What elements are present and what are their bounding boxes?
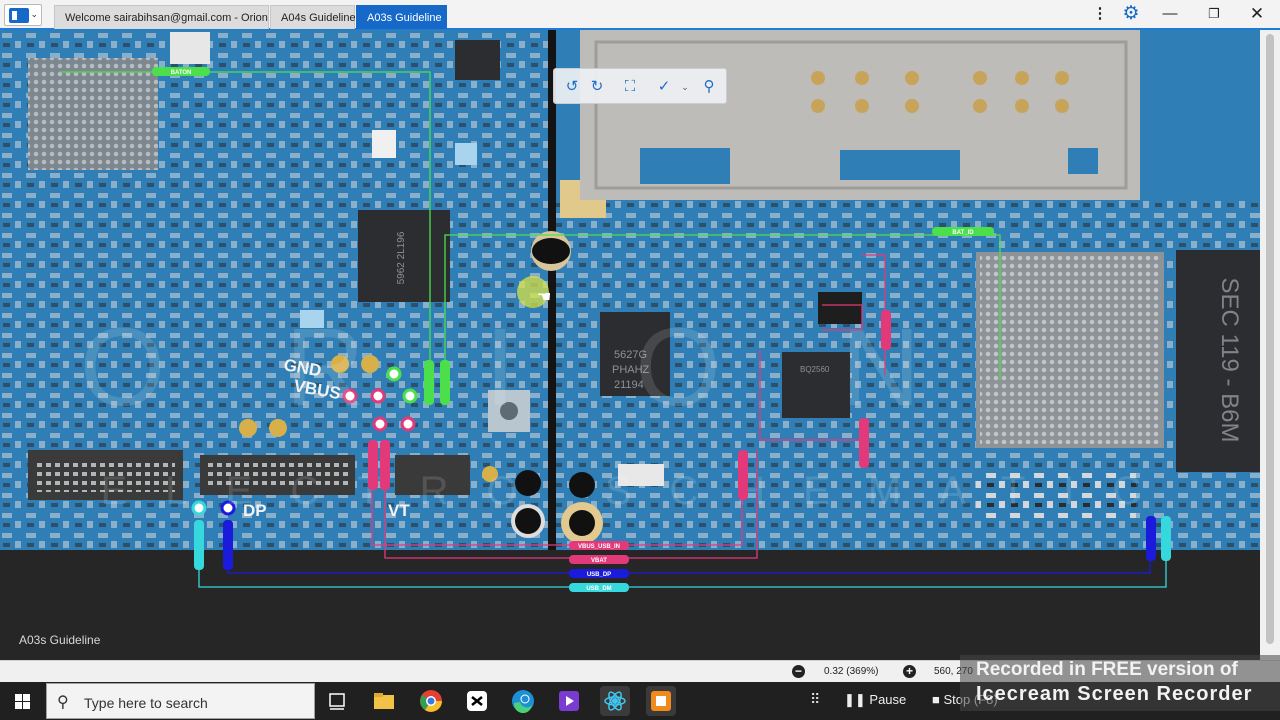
chevron-down-icon: ⌄ <box>30 9 38 19</box>
recorder-watermark: Recorded in FREE version of Icecream Scr… <box>960 655 1280 711</box>
search-placeholder: Type here to search <box>84 695 208 711</box>
scrollbar-thumb[interactable] <box>1266 34 1274 644</box>
vbat-net-label: VBAT <box>591 558 607 564</box>
view-toolbar: ↺ ↻ ⛶ ✓ ⌄ ⚲ <box>553 68 727 104</box>
taskbar-search-box[interactable]: ⚲ Type here to search <box>46 683 315 719</box>
app-menu-button[interactable]: ⌄ <box>4 4 42 26</box>
tab-a03s-guideline[interactable]: A03s Guideline <box>356 5 447 29</box>
zoom-level: 0.32 (369%) <box>824 666 879 677</box>
bat-id-net-label: BAT_ID <box>952 230 974 236</box>
video-editor-icon[interactable] <box>554 686 584 716</box>
task-view-icon[interactable] <box>322 686 352 716</box>
gear-icon[interactable]: ⚙ <box>1115 0 1147 28</box>
dp-label: DP <box>243 501 267 520</box>
chevron-down-icon[interactable]: ⌄ <box>673 75 697 99</box>
orion-watermark-text: ORION <box>80 306 1041 429</box>
rotate-left-icon[interactable]: ↺ <box>560 75 584 99</box>
board-viewer[interactable]: 5962 2L196 5627G PHAHZ 21194 BQ2560 SEC … <box>0 30 1260 660</box>
orion-logo-icon <box>9 8 29 23</box>
fit-view-icon[interactable]: ⛶ <box>618 75 642 99</box>
pcb-board-image[interactable]: 5962 2L196 5627G PHAHZ 21194 BQ2560 SEC … <box>0 30 1260 660</box>
baton-net-label: BATON <box>171 70 192 76</box>
icecream-recorder-icon[interactable] <box>646 686 676 716</box>
zoom-in-button[interactable]: + <box>903 665 916 678</box>
hand-cursor-icon: ☚ <box>537 287 551 306</box>
title-bar: ⌄ Welcome sairabihsan@gmail.com - Orion … <box>0 0 1280 30</box>
rotate-right-icon[interactable]: ↻ <box>585 75 609 99</box>
vertical-scrollbar[interactable] <box>1260 30 1280 660</box>
maximize-button[interactable]: ❐ <box>1194 0 1234 28</box>
svg-text:5962 2L196: 5962 2L196 <box>396 231 407 284</box>
right-chip-label: SEC 119 - B6M <box>1216 278 1243 443</box>
search-icon: ⚲ <box>57 694 69 711</box>
search-icon[interactable]: ⚲ <box>697 75 721 99</box>
board-caption: A03s Guideline <box>19 633 101 647</box>
zoom-out-button[interactable]: − <box>792 665 805 678</box>
windows-logo-icon <box>15 694 30 709</box>
file-explorer-icon[interactable] <box>369 686 399 716</box>
edge-icon[interactable] <box>508 686 538 716</box>
drag-handle-icon[interactable]: ⠿ <box>810 691 820 708</box>
watermark-line-1: Recorded in FREE version of <box>976 659 1238 680</box>
pause-label: Pause <box>869 692 907 707</box>
minimize-button[interactable]: — <box>1150 0 1190 28</box>
orion-app-icon[interactable] <box>600 686 630 716</box>
usb-dm-net-label: USB_DM <box>586 586 611 592</box>
kebab-menu-icon[interactable]: ⋮ <box>1085 0 1115 28</box>
usb-dp-net-label: USB_DP <box>587 572 611 578</box>
app-window: ⌄ Welcome sairabihsan@gmail.com - Orion … <box>0 0 1280 720</box>
vbus-usb-in-net-label: VBUS_USB_IN <box>578 544 620 550</box>
pause-button[interactable]: ❚❚ Pause <box>844 692 906 708</box>
capcut-icon[interactable] <box>462 686 492 716</box>
tab-welcome[interactable]: Welcome sairabihsan@gmail.com - Orion <box>54 5 269 29</box>
close-button[interactable]: ✕ <box>1237 0 1277 28</box>
vt-label: VT <box>388 501 410 520</box>
chrome-icon[interactable] <box>416 686 446 716</box>
watermark-line-2: Icecream Screen Recorder <box>976 683 1253 705</box>
windows-start-button[interactable] <box>0 682 46 720</box>
tab-a04s-guideline[interactable]: A04s Guideline <box>270 5 356 29</box>
